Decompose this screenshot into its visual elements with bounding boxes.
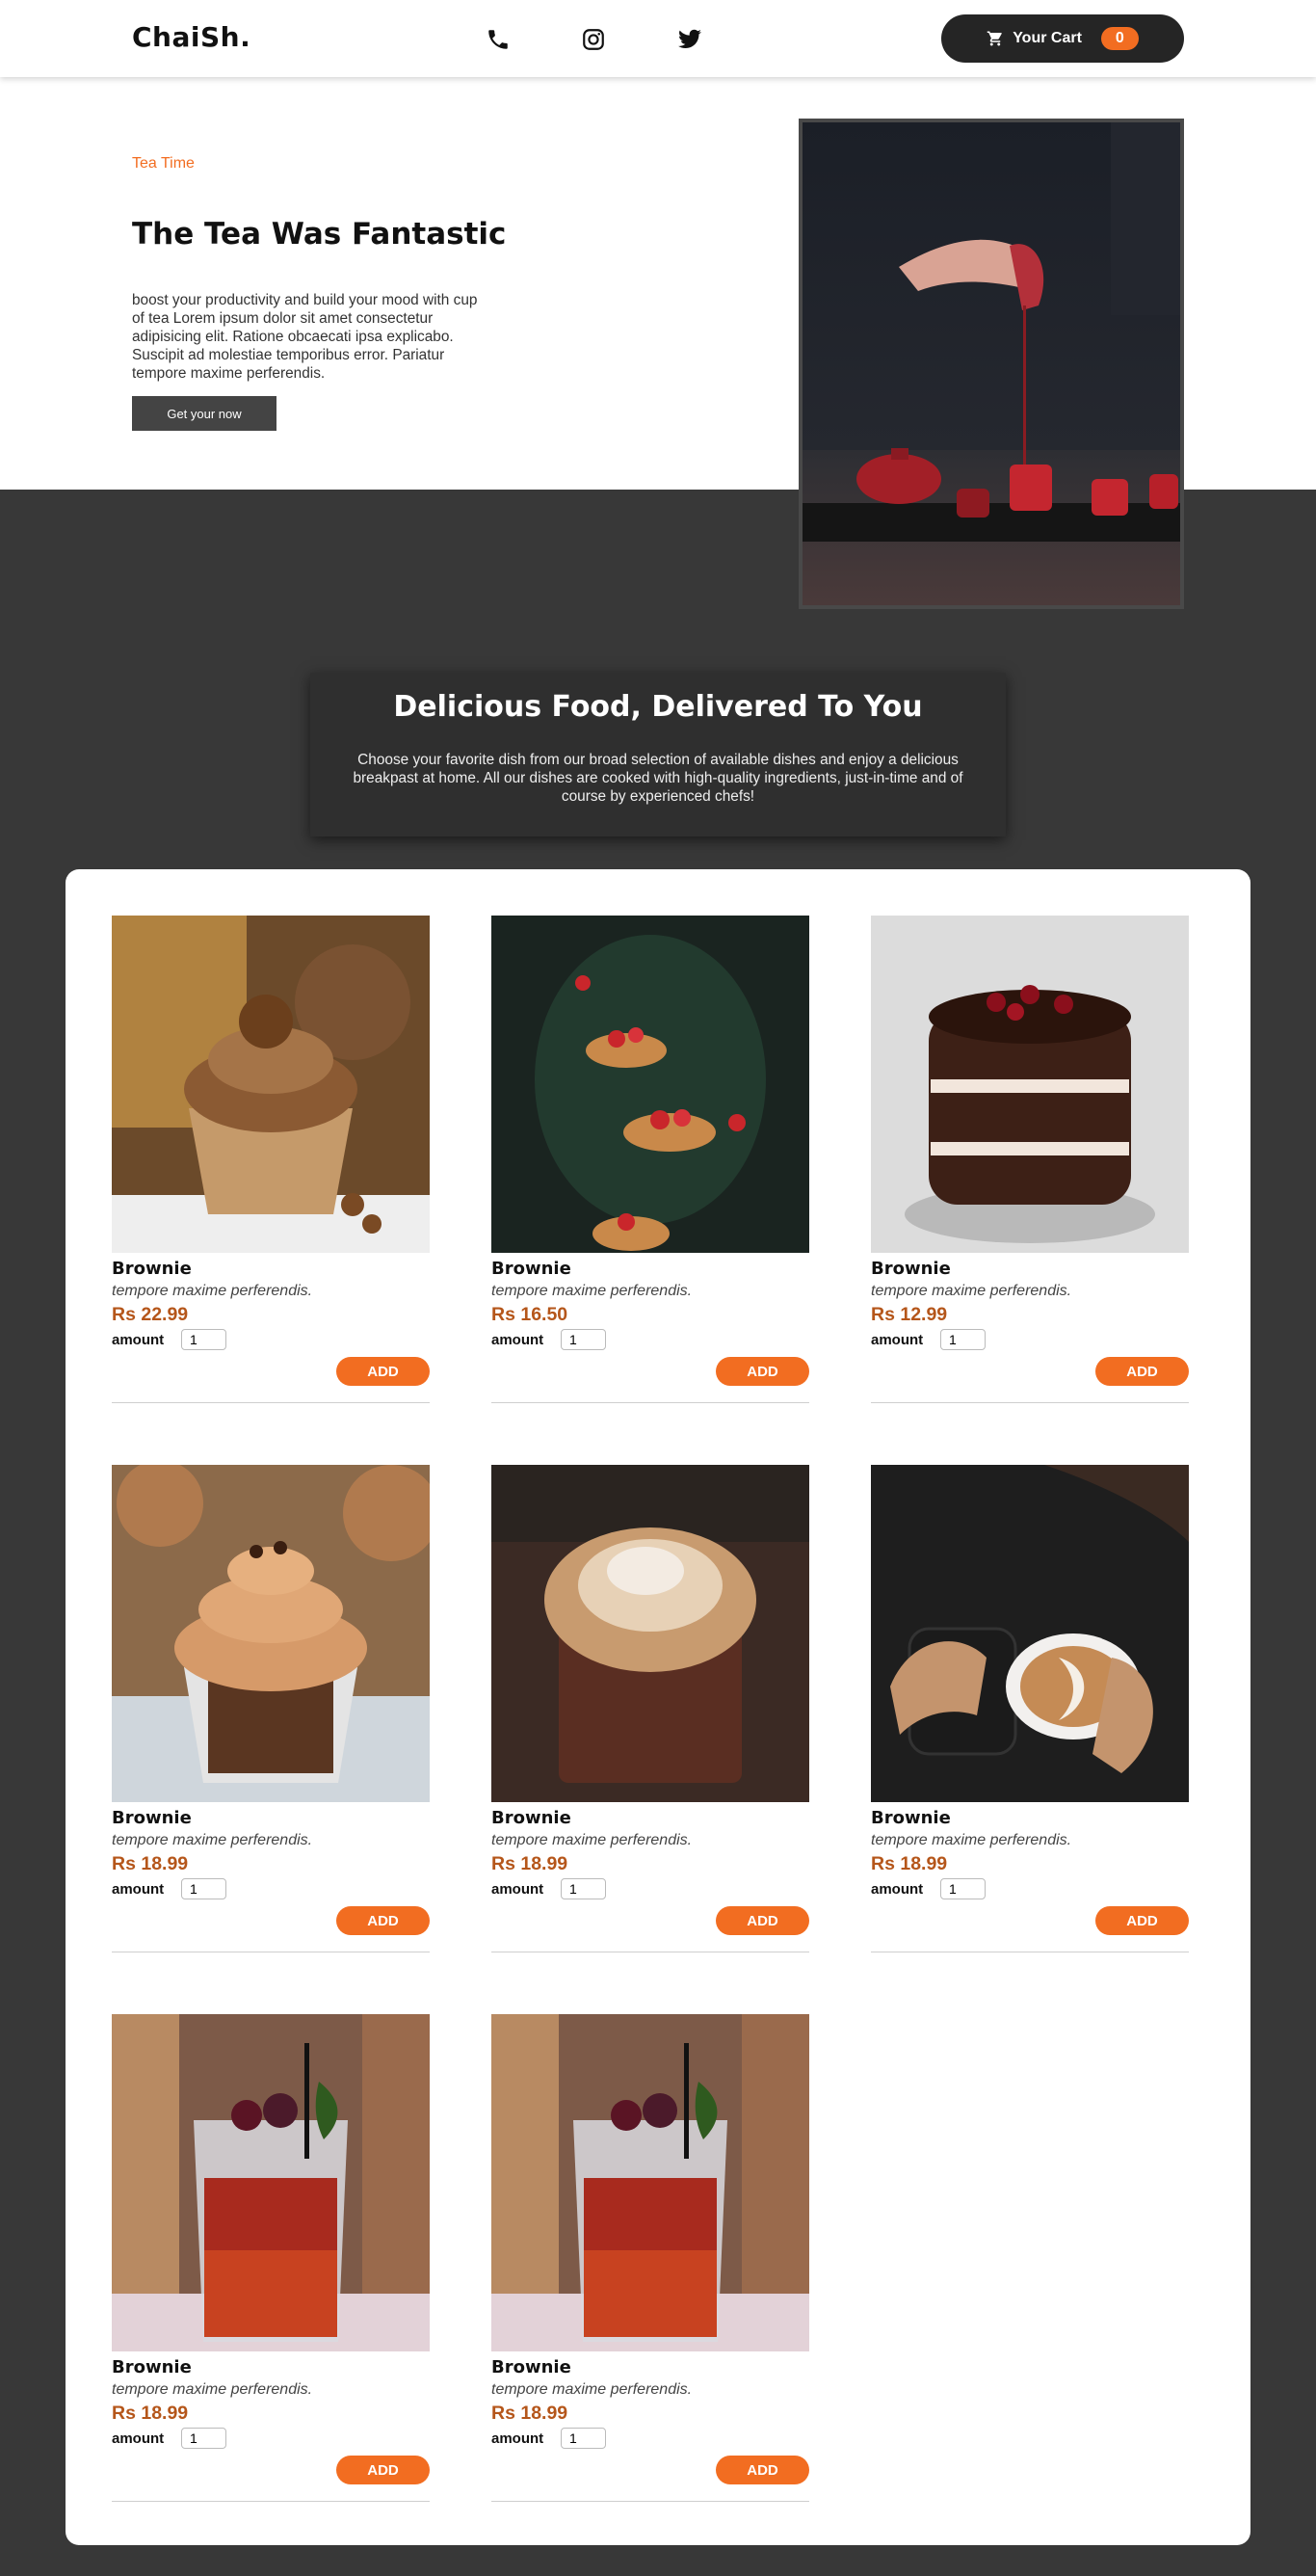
add-to-cart-button[interactable]: ADD <box>336 2456 430 2484</box>
meal-price: Rs 12.99 <box>871 1304 948 1325</box>
meal-name: Brownie <box>491 1259 571 1279</box>
amount-input[interactable] <box>561 2428 606 2449</box>
meal-price: Rs 22.99 <box>112 1304 189 1325</box>
meal-photo <box>112 916 430 1253</box>
meal-item: Brownie tempore maxime perferendis. Rs 1… <box>871 916 1189 1403</box>
meal-item: Brownie tempore maxime perferendis. Rs 1… <box>491 2014 809 2502</box>
amount-label: amount <box>871 1880 924 1898</box>
meal-price: Rs 18.99 <box>491 1853 568 1874</box>
meal-photo <box>112 1465 430 1802</box>
meal-name: Brownie <box>491 2357 571 2377</box>
menu-section: Delicious Food, Delivered To You Choose … <box>0 490 1316 2576</box>
amount-label: amount <box>491 1331 544 1348</box>
meal-item: Brownie tempore maxime perferendis. Rs 1… <box>112 1465 430 1952</box>
add-to-cart-button[interactable]: ADD <box>716 1357 809 1386</box>
meals-grid: Brownie tempore maxime perferendis. Rs 2… <box>112 916 1191 2502</box>
meal-price: Rs 18.99 <box>112 1853 189 1874</box>
amount-label: amount <box>491 1880 544 1898</box>
amount-input[interactable] <box>181 1329 226 1350</box>
instagram-icon[interactable] <box>579 25 608 54</box>
get-yours-button[interactable]: Get your now <box>132 396 276 431</box>
amount-label: amount <box>871 1331 924 1348</box>
hero-eyebrow: Tea Time <box>132 155 195 172</box>
meal-price: Rs 18.99 <box>871 1853 948 1874</box>
amount-row: amount <box>871 1329 1189 1350</box>
amount-label: amount <box>491 2430 544 2447</box>
phone-icon[interactable] <box>484 25 513 54</box>
meal-photo <box>871 916 1189 1253</box>
intro-text: Choose your favorite dish from our broad… <box>353 752 963 805</box>
intro-box: Delicious Food, Delivered To You Choose … <box>310 673 1006 837</box>
cart-button[interactable]: Your Cart 0 <box>941 14 1184 63</box>
amount-row: amount <box>112 1878 430 1899</box>
cart-count-badge: 0 <box>1100 27 1139 50</box>
meal-photo <box>491 916 809 1253</box>
amount-row: amount <box>112 1329 430 1350</box>
add-to-cart-button[interactable]: ADD <box>336 1906 430 1935</box>
amount-input[interactable] <box>181 2428 226 2449</box>
hero-text: boost your productivity and build your m… <box>132 292 478 382</box>
meal-price: Rs 18.99 <box>112 2403 189 2424</box>
meal-description: tempore maxime perferendis. <box>491 1283 693 1299</box>
add-to-cart-button[interactable]: ADD <box>716 1906 809 1935</box>
site-header: ChaiSh. Your Cart 0 <box>0 0 1316 77</box>
hero-tea-photo <box>799 119 1184 609</box>
amount-row: amount <box>871 1878 1189 1899</box>
meal-name: Brownie <box>491 1808 571 1828</box>
meal-name: Brownie <box>871 1808 951 1828</box>
twitter-icon[interactable] <box>675 25 704 54</box>
meal-price: Rs 16.50 <box>491 1304 568 1325</box>
meal-photo <box>491 2014 809 2351</box>
hero-section: Tea Time The Tea Was Fantastic boost you… <box>0 77 1316 609</box>
cart-label: Your Cart <box>1013 30 1082 46</box>
amount-label: amount <box>112 1880 165 1898</box>
meal-description: tempore maxime perferendis. <box>491 2381 693 2398</box>
meal-description: tempore maxime perferendis. <box>112 2381 313 2398</box>
amount-label: amount <box>112 1331 165 1348</box>
meal-photo <box>112 2014 430 2351</box>
add-to-cart-button[interactable]: ADD <box>336 1357 430 1386</box>
amount-label: amount <box>112 2430 165 2447</box>
meals-card: Brownie tempore maxime perferendis. Rs 2… <box>66 869 1250 2545</box>
amount-input[interactable] <box>940 1878 986 1899</box>
meal-item: Brownie tempore maxime perferendis. Rs 1… <box>112 2014 430 2502</box>
add-to-cart-button[interactable]: ADD <box>1095 1906 1189 1935</box>
amount-row: amount <box>491 1878 809 1899</box>
amount-row: amount <box>112 2428 430 2449</box>
hero-title: The Tea Was Fantastic <box>132 217 507 252</box>
meal-photo <box>871 1465 1189 1802</box>
amount-input[interactable] <box>561 1329 606 1350</box>
meal-description: tempore maxime perferendis. <box>112 1283 313 1299</box>
logo[interactable]: ChaiSh. <box>132 21 250 53</box>
amount-input[interactable] <box>561 1878 606 1899</box>
meal-description: tempore maxime perferendis. <box>871 1283 1072 1299</box>
cart-icon <box>987 30 1004 47</box>
meal-item: Brownie tempore maxime perferendis. Rs 1… <box>491 1465 809 1952</box>
amount-row: amount <box>491 1329 809 1350</box>
meal-item: Brownie tempore maxime perferendis. Rs 1… <box>491 916 809 1403</box>
amount-input[interactable] <box>940 1329 986 1350</box>
amount-input[interactable] <box>181 1878 226 1899</box>
meal-photo <box>491 1465 809 1802</box>
meal-description: tempore maxime perferendis. <box>491 1832 693 1848</box>
meal-description: tempore maxime perferendis. <box>112 1832 313 1848</box>
meal-name: Brownie <box>112 1808 192 1828</box>
meal-item: Brownie tempore maxime perferendis. Rs 2… <box>112 916 430 1403</box>
intro-title: Delicious Food, Delivered To You <box>393 690 923 724</box>
amount-row: amount <box>491 2428 809 2449</box>
meal-price: Rs 18.99 <box>491 2403 568 2424</box>
meal-name: Brownie <box>112 1259 192 1279</box>
meal-item: Brownie tempore maxime perferendis. Rs 1… <box>871 1465 1189 1952</box>
meal-name: Brownie <box>871 1259 951 1279</box>
meal-name: Brownie <box>112 2357 192 2377</box>
meal-description: tempore maxime perferendis. <box>871 1832 1072 1848</box>
add-to-cart-button[interactable]: ADD <box>716 2456 809 2484</box>
add-to-cart-button[interactable]: ADD <box>1095 1357 1189 1386</box>
